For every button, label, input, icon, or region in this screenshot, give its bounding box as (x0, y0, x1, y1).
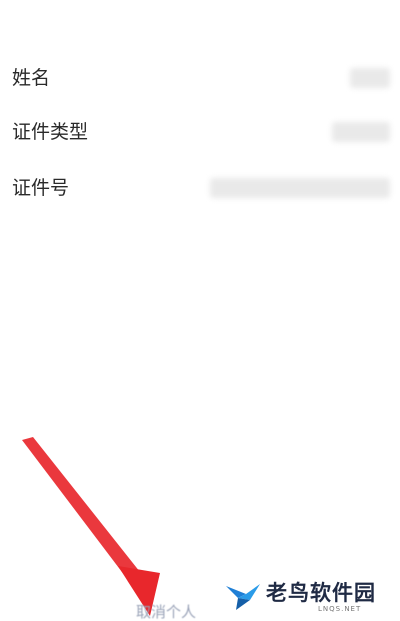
name-label: 姓名 (12, 67, 51, 89)
info-row-name: 姓名 (0, 58, 400, 98)
bird-logo-icon (226, 584, 260, 610)
id-type-value-redacted (332, 122, 390, 142)
watermark-domain: LNQS.NET (318, 605, 362, 613)
name-value-redacted (350, 68, 390, 88)
info-row-id-number: 证件号 (0, 168, 400, 208)
cancel-personal-link[interactable]: 取消个人 (136, 603, 196, 621)
watermark: 老鸟软件园 LNQS.NET (200, 574, 400, 621)
id-number-label: 证件号 (12, 177, 70, 199)
info-row-id-type: 证件类型 (0, 112, 400, 152)
id-number-value-redacted (210, 178, 390, 198)
watermark-name: 老鸟软件园 (266, 581, 376, 605)
id-type-label: 证件类型 (12, 121, 89, 143)
